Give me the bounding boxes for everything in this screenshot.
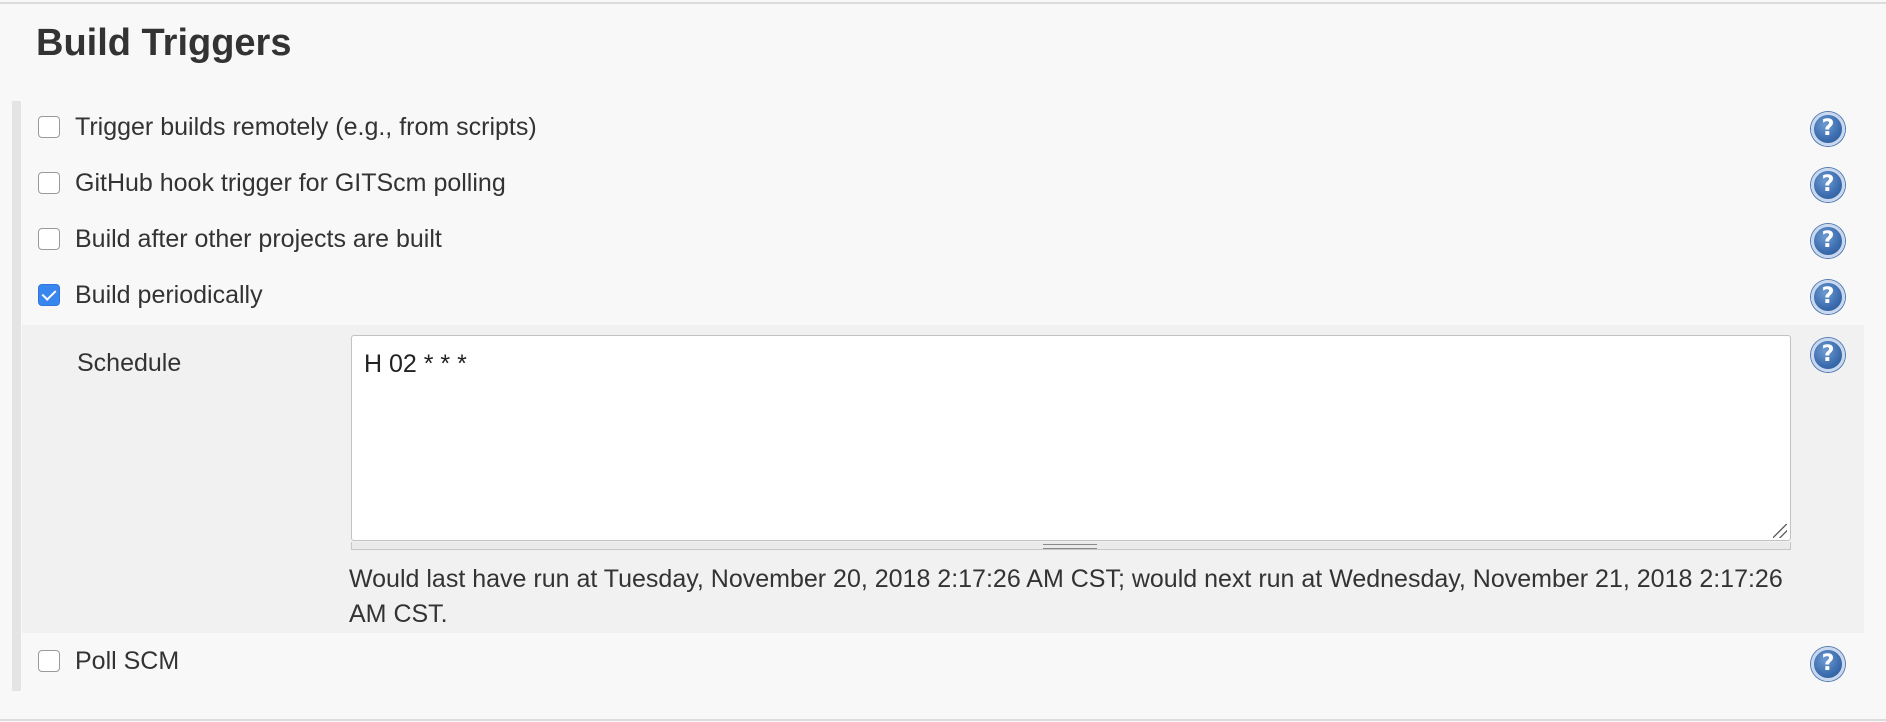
trigger-remote-label[interactable]: Trigger builds remotely (e.g., from scri… — [75, 112, 537, 142]
trigger-remote-checkbox[interactable] — [38, 116, 60, 138]
section-left-bar — [12, 101, 21, 691]
trigger-after-other-projects-checkbox[interactable] — [38, 228, 60, 250]
trigger-github-hook-checkbox[interactable] — [38, 172, 60, 194]
trigger-row-after-other-projects: Build after other projects are built — [22, 212, 1884, 268]
section-title: Build Triggers — [36, 22, 292, 64]
trigger-after-other-projects-label[interactable]: Build after other projects are built — [75, 224, 442, 254]
trigger-periodically-checkbox[interactable] — [38, 284, 60, 306]
help-icon[interactable]: ? — [1811, 280, 1845, 314]
trigger-github-hook-label[interactable]: GitHub hook trigger for GITScm polling — [75, 168, 506, 198]
trigger-row-remote: Trigger builds remotely (e.g., from scri… — [22, 100, 1884, 156]
help-icon[interactable]: ? — [1811, 168, 1845, 202]
trigger-row-poll-scm: Poll SCM — [22, 634, 1884, 690]
schedule-textarea[interactable] — [351, 335, 1791, 541]
trigger-row-periodically: Build periodically — [22, 268, 1884, 324]
schedule-info-text: Would last have run at Tuesday, November… — [349, 565, 1783, 628]
bottom-divider — [0, 719, 1886, 721]
build-triggers-page: Build Triggers Trigger builds remotely (… — [0, 0, 1886, 722]
trigger-row-github-hook: GitHub hook trigger for GITScm polling — [22, 156, 1884, 212]
top-divider — [0, 2, 1886, 4]
drag-grip-icon — [1043, 544, 1097, 549]
help-icon[interactable]: ? — [1811, 224, 1845, 258]
trigger-poll-scm-checkbox[interactable] — [38, 650, 60, 672]
help-icon[interactable]: ? — [1811, 338, 1845, 372]
help-icon[interactable]: ? — [1811, 647, 1845, 681]
trigger-periodically-label[interactable]: Build periodically — [75, 280, 263, 310]
help-icon[interactable]: ? — [1811, 112, 1845, 146]
textarea-resize-grip-icon[interactable] — [1773, 524, 1787, 538]
schedule-label: Schedule — [77, 349, 182, 377]
trigger-poll-scm-label[interactable]: Poll SCM — [75, 646, 179, 676]
